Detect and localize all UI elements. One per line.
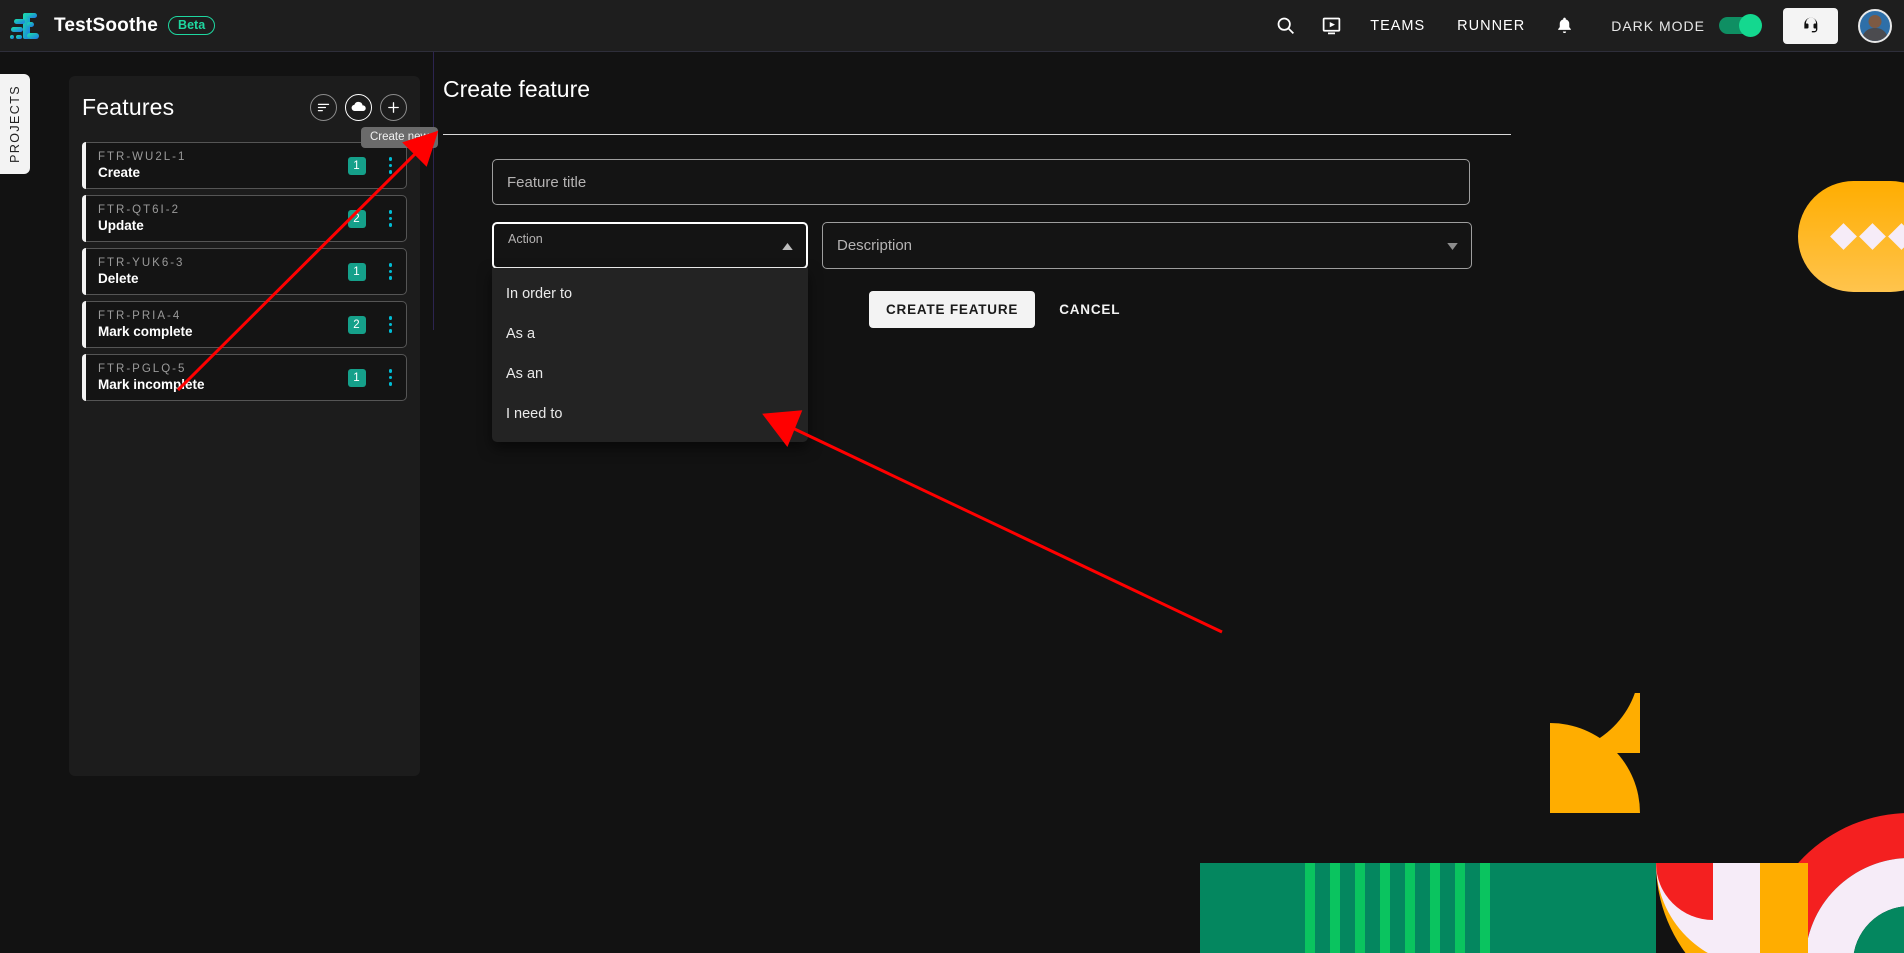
dark-mode-toggle[interactable] <box>1719 14 1762 37</box>
cloud-upload-icon <box>351 101 366 111</box>
status-badge: 1 <box>347 262 366 281</box>
brand-logo-group[interactable]: TestSoothe Beta <box>0 11 216 41</box>
list-item[interactable]: FTR-PRIA-4 Mark complete 2 <box>82 301 407 348</box>
headset-icon <box>1803 17 1817 32</box>
panel-divider <box>433 52 434 330</box>
title-divider <box>443 134 1511 135</box>
beta-badge: Beta <box>168 15 216 36</box>
status-badge: 2 <box>347 209 366 228</box>
nav-runner-button[interactable]: RUNNER <box>1441 18 1541 34</box>
app-root: TestSoothe Beta TEAMS RUNNER DARK MODE P… <box>0 0 1904 953</box>
feature-code: FTR-QT6I-2 <box>98 204 180 216</box>
feature-title-placeholder: Feature title <box>507 173 587 191</box>
status-badge: 2 <box>347 315 366 334</box>
sort-button[interactable] <box>310 93 337 121</box>
create-new-tooltip: Create new <box>361 127 438 148</box>
feature-title-input[interactable]: Feature title <box>492 159 1470 205</box>
list-item[interactable]: FTR-WU2L-1 Create 1 <box>82 142 407 189</box>
feature-code: FTR-PGLQ-5 <box>98 363 187 375</box>
feature-code: FTR-WU2L-1 <box>98 151 187 163</box>
dark-mode-control[interactable]: DARK MODE <box>1587 14 1771 37</box>
kebab-menu-icon[interactable] <box>383 153 399 178</box>
dark-mode-label: DARK MODE <box>1611 17 1705 34</box>
features-panel-actions <box>310 93 407 121</box>
testsoothe-logo-icon <box>10 11 44 41</box>
kebab-menu-icon[interactable] <box>383 206 399 231</box>
page-title: Create feature <box>443 76 591 102</box>
toggle-knob <box>1739 14 1762 37</box>
feature-meta: 2 <box>347 312 399 337</box>
chevron-up-icon <box>782 237 793 255</box>
feature-texts: FTR-PRIA-4 Mark complete <box>98 310 193 339</box>
status-badge: 1 <box>347 156 366 175</box>
support-button[interactable] <box>1783 7 1838 44</box>
feature-name: Update <box>98 218 144 233</box>
create-feature-button[interactable]: CREATE FEATURE <box>869 291 1036 328</box>
kebab-menu-icon[interactable] <box>383 259 399 284</box>
feature-texts: FTR-PGLQ-5 Mark incomplete <box>98 363 205 392</box>
form-row-second: Action Description <box>492 222 1904 269</box>
cancel-button[interactable]: CANCEL <box>1045 291 1134 328</box>
top-nav-actions: TEAMS RUNNER DARK MODE <box>1262 3 1904 49</box>
dropdown-option-in-order-to[interactable]: In order to <box>492 274 808 314</box>
main-content: Create feature Feature title Action Desc… <box>443 76 1904 442</box>
kebab-menu-icon[interactable] <box>383 312 399 337</box>
video-player-icon[interactable] <box>1308 3 1354 49</box>
feature-meta: 1 <box>347 259 399 284</box>
top-navigation-bar: TestSoothe Beta TEAMS RUNNER DARK MODE <box>0 0 1904 52</box>
features-panel: Features FTR-WU2L-1 Create 1 FTR-QT6I-2 … <box>69 76 420 776</box>
list-item[interactable]: FTR-QT6I-2 Update 2 <box>82 195 407 242</box>
action-select-label: Action <box>508 232 543 246</box>
add-button[interactable] <box>380 93 407 121</box>
dropdown-option-as-an[interactable]: As an <box>492 354 808 394</box>
features-panel-title: Features <box>82 93 175 120</box>
kebab-menu-icon[interactable] <box>383 365 399 390</box>
bell-icon[interactable] <box>1541 3 1587 49</box>
create-feature-form: Feature title Action Description In orde… <box>443 159 1904 442</box>
chevron-down-icon <box>1447 237 1458 255</box>
feature-name: Mark complete <box>98 324 193 339</box>
dropdown-option-i-need-to[interactable]: I need to <box>492 394 808 434</box>
feature-meta: 2 <box>347 206 399 231</box>
nav-teams-button[interactable]: TEAMS <box>1354 18 1441 34</box>
status-badge: 1 <box>347 368 366 387</box>
description-select[interactable]: Description <box>822 222 1472 269</box>
feature-texts: FTR-QT6I-2 Update <box>98 204 180 233</box>
list-item[interactable]: FTR-YUK6-3 Delete 1 <box>82 248 407 295</box>
feature-meta: 1 <box>347 153 399 178</box>
upload-button[interactable] <box>345 93 372 121</box>
feature-meta: 1 <box>347 365 399 390</box>
features-list: FTR-WU2L-1 Create 1 FTR-QT6I-2 Update 2 <box>82 142 407 401</box>
feature-name: Create <box>98 165 141 180</box>
dropdown-option-as-a[interactable]: As a <box>492 314 808 354</box>
features-panel-header: Features <box>82 76 407 138</box>
feature-name: Mark incomplete <box>98 377 205 392</box>
avatar[interactable] <box>1858 8 1892 43</box>
sidebar-projects-label: PROJECTS <box>8 85 22 163</box>
action-dropdown-menu: In order to As a As an I need to <box>492 268 808 442</box>
feature-code: FTR-PRIA-4 <box>98 310 182 322</box>
feature-texts: FTR-WU2L-1 Create <box>98 151 186 180</box>
search-icon[interactable] <box>1262 3 1308 49</box>
brand-name: TestSoothe <box>54 14 159 36</box>
action-select[interactable]: Action <box>492 222 808 269</box>
list-item[interactable]: FTR-PGLQ-5 Mark incomplete 1 <box>82 354 407 401</box>
feature-name: Delete <box>98 271 139 286</box>
description-placeholder: Description <box>837 237 913 254</box>
annotation-arrow-dropdown <box>762 410 1223 634</box>
sidebar-projects-tab[interactable]: PROJECTS <box>0 74 30 174</box>
feature-code: FTR-YUK6-3 <box>98 257 185 269</box>
feature-texts: FTR-YUK6-3 Delete <box>98 257 184 286</box>
